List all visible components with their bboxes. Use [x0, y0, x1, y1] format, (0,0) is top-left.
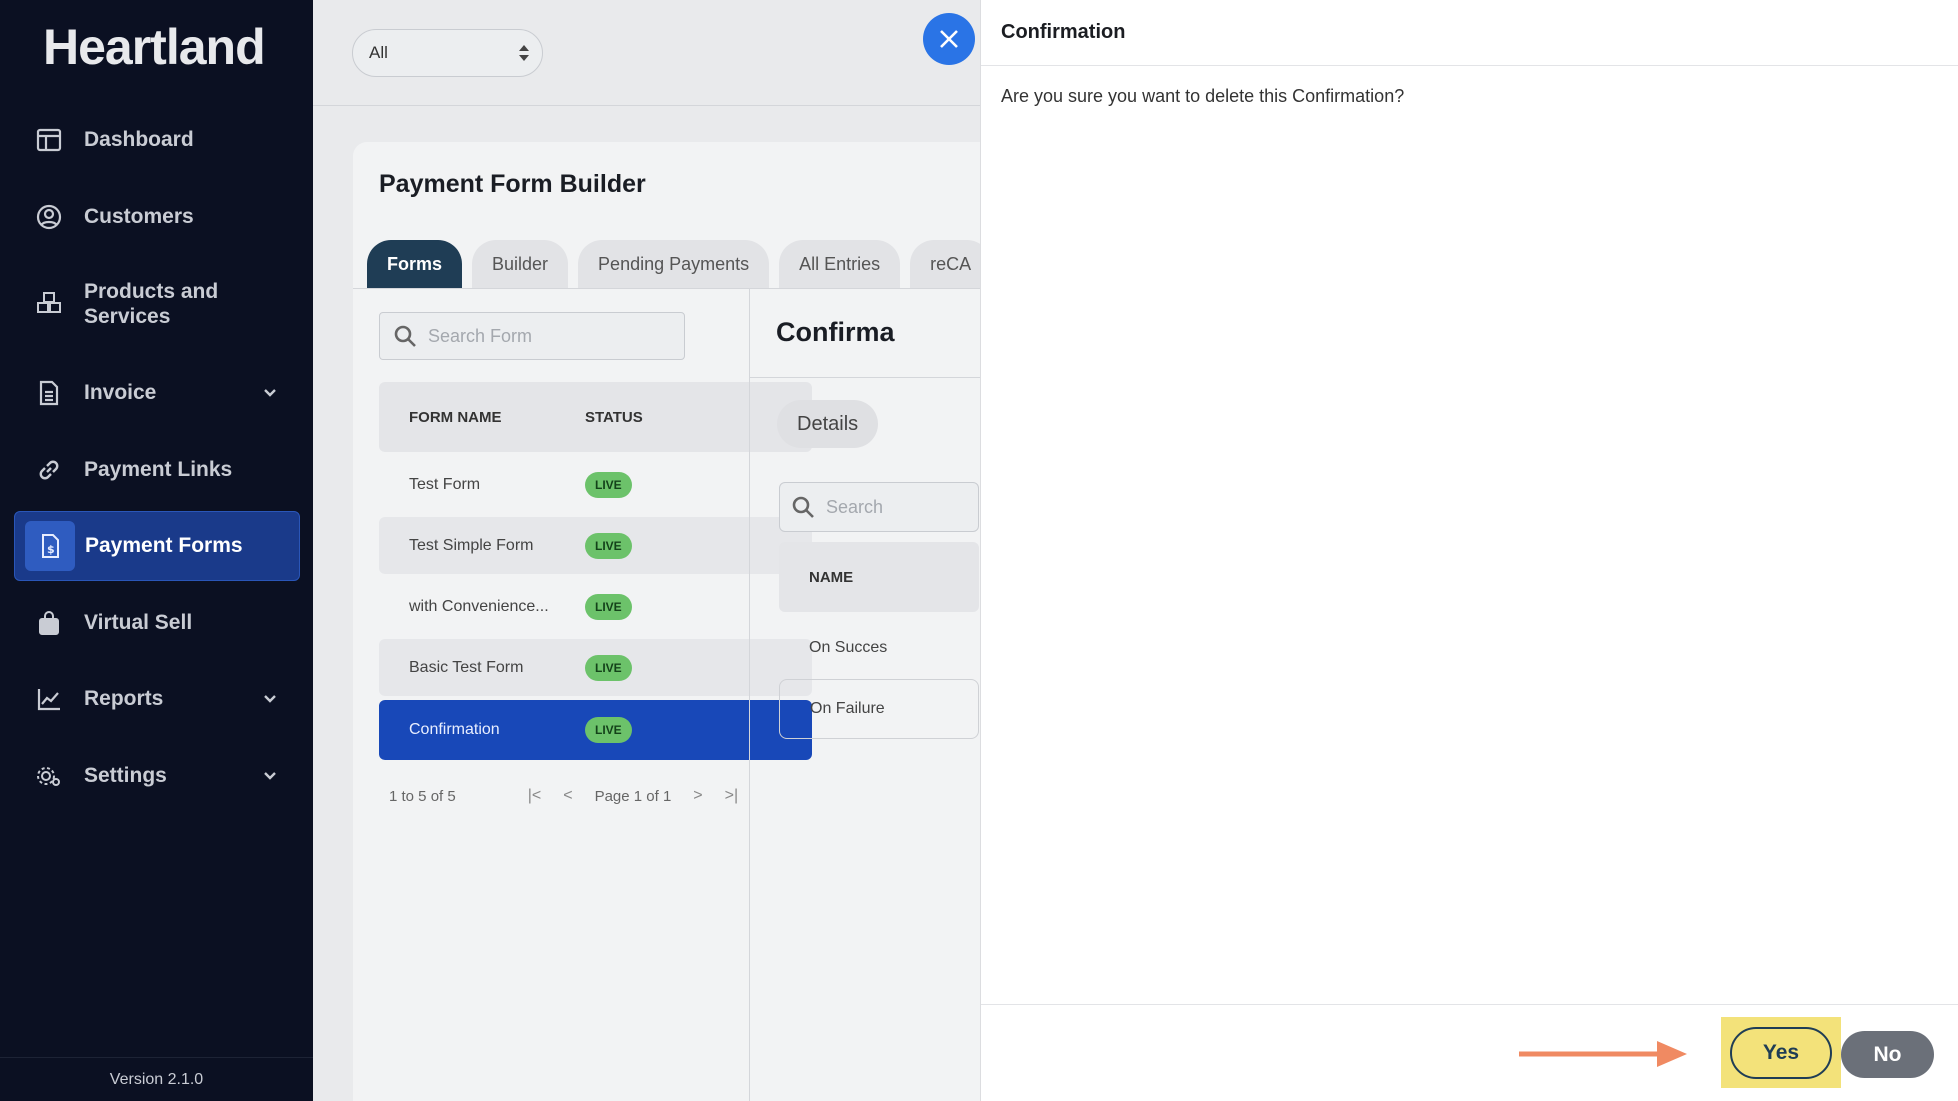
builder-tabs: Forms Builder Pending Payments All Entri… [367, 240, 992, 288]
sidebar-item-label: Payment Forms [85, 534, 243, 557]
link-icon [32, 453, 66, 487]
yes-button[interactable]: Yes [1730, 1026, 1832, 1079]
pagination-range: 1 to 5 of 5 [389, 787, 456, 805]
sidebar-item-label: Reports [84, 687, 164, 710]
sidebar-item-label: Customers [84, 205, 194, 228]
prev-page-icon[interactable]: < [563, 787, 572, 805]
sidebar-item-label: Payment Links [84, 458, 233, 481]
form-name: Test Form [409, 475, 481, 493]
sidebar-item-reports[interactable]: Reports [14, 674, 300, 724]
sidebar-item-dashboard[interactable]: Dashboard [14, 115, 300, 165]
filter-select-value: All [369, 43, 388, 62]
tab-details[interactable]: Details [777, 400, 879, 448]
tab-builder[interactable]: Builder [472, 240, 569, 288]
sidebar-item-label: Dashboard [84, 128, 194, 151]
column-header-form-name: FORM NAME [409, 408, 502, 426]
payment-form-icon: $ [25, 521, 75, 571]
heartland-logo: Heartland [43, 19, 266, 75]
status-badge: LIVE [585, 717, 632, 743]
sidebar-item-label: Settings [84, 764, 167, 787]
chevron-down-icon[interactable] [262, 385, 278, 401]
confirmation-dialog: Confirmation Are you sure you want to de… [980, 0, 1958, 1101]
first-page-icon[interactable]: |< [528, 787, 542, 805]
status-badge: LIVE [585, 654, 632, 681]
sidebar-item-customers[interactable]: Customers [14, 192, 300, 242]
payment-form-builder-card: Payment Form Builder Forms Builder Pendi… [353, 142, 1073, 1101]
detail-title: Confirma [776, 317, 895, 347]
pagination: 1 to 5 of 5 |< < Page 1 of 1 > >| [389, 787, 789, 805]
dashboard-icon [32, 123, 66, 157]
sidebar-item-label: Invoice [84, 381, 157, 404]
filter-select[interactable]: All [352, 29, 543, 77]
form-name: Test Simple Form [409, 536, 534, 554]
svg-text:$: $ [47, 543, 55, 556]
shopping-bag-icon [32, 606, 66, 640]
tab-all-entries[interactable]: All Entries [779, 240, 901, 288]
table-row[interactable]: Test Form LIVE [379, 456, 812, 513]
search-icon [792, 496, 814, 518]
dialog-title: Confirmation [981, 0, 1958, 66]
sidebar: Heartland Dashboard Customers Products a… [0, 0, 313, 1101]
gear-icon [32, 759, 66, 793]
table-row[interactable]: with Convenience... LIVE [379, 578, 812, 635]
tabs-divider [353, 288, 1073, 289]
select-arrows-icon [519, 45, 529, 61]
sidebar-item-products-and-services[interactable]: Products and Services [14, 278, 300, 330]
no-button[interactable]: No [1841, 1031, 1934, 1078]
next-page-icon[interactable]: > [693, 787, 702, 805]
form-name: Basic Test Form [409, 658, 524, 676]
dialog-message: Are you sure you want to delete this Con… [1001, 86, 1405, 106]
table-row-selected[interactable]: Confirmation LIVE [379, 700, 812, 760]
close-panel-button[interactable] [923, 13, 975, 65]
search-icon [394, 325, 416, 347]
panel-divider [749, 289, 750, 1101]
chevron-down-icon[interactable] [262, 691, 278, 707]
search-placeholder: Search [826, 496, 884, 517]
search-placeholder: Search Form [428, 325, 533, 346]
sidebar-item-invoice[interactable]: Invoice [14, 368, 300, 418]
form-name: with Convenience... [409, 597, 549, 615]
sidebar-item-payment-forms[interactable]: $ Payment Forms [14, 511, 300, 581]
search-form-input[interactable]: Search Form [379, 312, 685, 360]
sidebar-item-label: Virtual Sell [84, 611, 193, 634]
form-name: Confirmation [409, 721, 500, 738]
boxes-icon [32, 287, 66, 321]
forms-table: FORM NAME STATUS Test Form LIVE Test Sim… [379, 382, 812, 760]
version-label: Version 2.1.0 [0, 1057, 313, 1101]
tab-forms[interactable]: Forms [367, 240, 463, 288]
table-row[interactable]: On Failure [779, 679, 979, 739]
detail-table-header: NAME [779, 542, 979, 612]
page-title: Payment Form Builder [379, 170, 646, 198]
invoice-icon [32, 376, 66, 410]
sidebar-item-label: Products and Services [84, 280, 219, 328]
table-header: FORM NAME STATUS [379, 382, 812, 452]
sidebar-item-settings[interactable]: Settings [14, 751, 300, 801]
last-page-icon[interactable]: >| [725, 787, 739, 805]
page-indicator: Page 1 of 1 [594, 787, 672, 805]
chevron-down-icon[interactable] [262, 768, 278, 784]
table-row[interactable]: On Succes [779, 618, 979, 678]
column-header-status: STATUS [585, 408, 643, 426]
yes-button-highlight: Yes [1721, 1017, 1841, 1088]
status-badge: LIVE [585, 532, 632, 559]
user-circle-icon [32, 200, 66, 234]
tab-pending-payments[interactable]: Pending Payments [578, 240, 770, 288]
table-row[interactable]: Test Simple Form LIVE [379, 517, 812, 574]
chart-line-icon [32, 682, 66, 716]
dialog-footer-divider [981, 1004, 1958, 1005]
table-row[interactable]: Basic Test Form LIVE [379, 639, 812, 696]
status-badge: LIVE [585, 471, 632, 498]
sidebar-item-virtual-sell[interactable]: Virtual Sell [14, 598, 300, 648]
close-icon [940, 30, 958, 48]
sidebar-item-payment-links[interactable]: Payment Links [14, 445, 300, 495]
status-badge: LIVE [585, 593, 632, 620]
detail-search-input[interactable]: Search [779, 482, 979, 532]
arrow-annotation-icon [1519, 1041, 1687, 1067]
